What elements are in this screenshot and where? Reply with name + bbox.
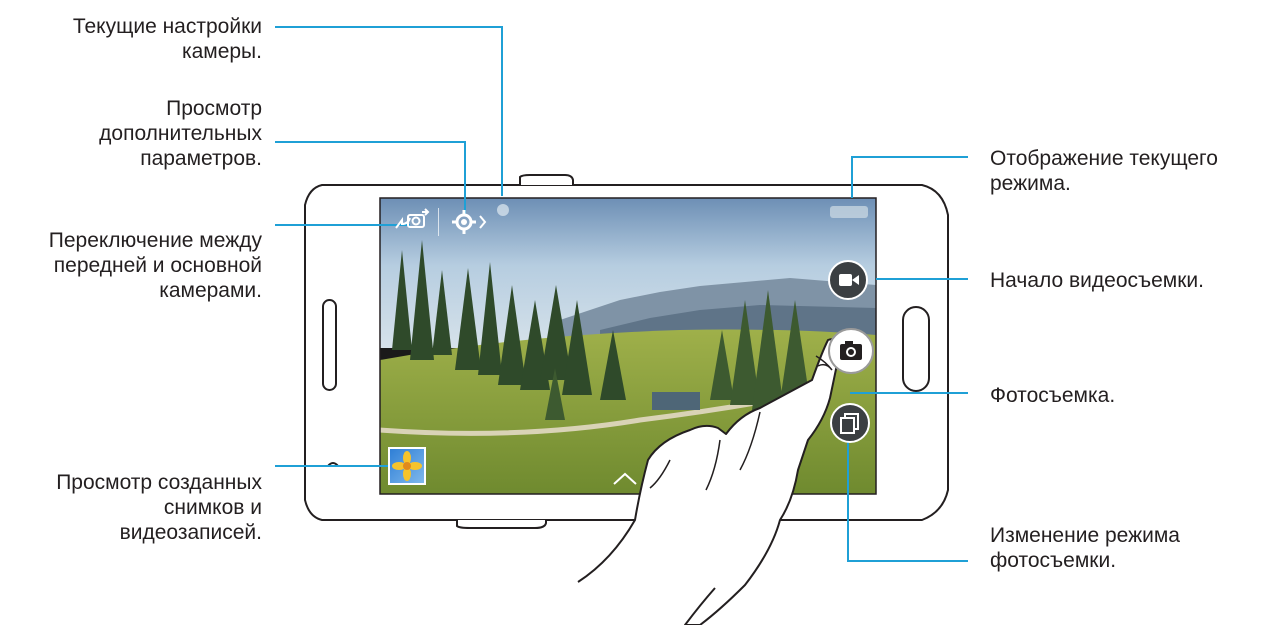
camera-icon [840,341,862,360]
video-record-button[interactable] [828,260,868,300]
settings-button[interactable] [450,208,490,236]
gallery-thumbnail[interactable] [388,447,426,485]
annotation-current-mode: Отображение текущего режима. [990,147,1218,195]
annotation-start-video: Начало видеосъемки. [990,269,1204,292]
video-camera-icon [839,274,859,286]
shooting-mode-icon [840,413,859,434]
gallery-thumbnail-icon [390,449,424,483]
shooting-mode-button[interactable] [830,403,870,443]
annotation-change-shooting-mode: Изменение режима фотосъемки. [990,524,1180,572]
screen-arrow [612,468,638,486]
shutter-button[interactable] [828,328,874,374]
screen-border [379,197,877,495]
annotation-take-photo: Фотосъемка. [990,384,1116,407]
viewfinder-screen [380,198,876,494]
divider [438,208,439,236]
annotation-more-options: Просмотр дополнительных параметров. [99,97,262,170]
gear-icon [452,210,487,234]
mode-indicator [830,206,868,218]
chevron-up-icon [613,472,637,485]
camera-switch-button[interactable] [392,206,430,236]
camera-guide-diagram: Текущие настройки камеры. Просмотр допол… [0,0,1261,625]
annotation-switch-camera: Переключение между передней и основной к… [48,229,262,302]
annotation-view-gallery: Просмотр созданных снимков и видеозаписе… [56,471,262,544]
current-setting-indicator [497,204,509,216]
camera-switch-icon [395,208,430,229]
annotation-current-settings: Текущие настройки камеры. [72,15,262,63]
